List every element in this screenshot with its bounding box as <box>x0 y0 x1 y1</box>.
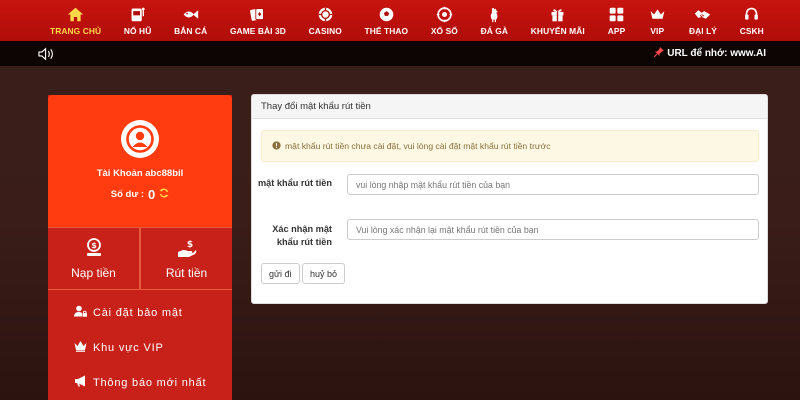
submit-button[interactable]: gửi đi <box>261 263 300 284</box>
nav-item-agent[interactable]: ĐẠI LÝ <box>689 0 717 41</box>
account-name: Tài Khoản abc88bil <box>96 168 184 179</box>
withdraw-label: Rút tiền <box>165 265 208 280</box>
app-grid-icon <box>608 5 626 23</box>
nav-item-card-games[interactable]: GAME BÀI 3D <box>230 0 286 41</box>
nav-item-label: XỔ SỐ <box>430 26 458 36</box>
pin-icon <box>653 47 665 60</box>
nav-item-sports[interactable]: THỂ THAO <box>365 0 409 41</box>
withdraw-password-panel: Thay đổi mật khẩu rút tiền mật khẩu rút … <box>251 94 768 304</box>
confirm-password-input[interactable] <box>347 219 759 240</box>
deposit-button[interactable]: $ Nạp tiền <box>48 228 139 289</box>
nav-item-vip[interactable]: VIP <box>648 0 666 41</box>
rooster-icon <box>485 5 503 23</box>
account-sidebar: Tài Khoản abc88bil Số dư : 0 $ Nạp tiền … <box>48 95 232 400</box>
announcement-bar: URL để nhớ: www.AI <box>0 41 800 66</box>
cancel-button[interactable]: huỷ bỏ <box>302 263 346 284</box>
balance: Số dư : 0 <box>111 187 170 202</box>
crown-icon <box>648 5 666 23</box>
warning-alert: mật khẩu rút tiền chưa cài đặt, vui lòng… <box>261 130 759 162</box>
confirm-password-label: Xác nhận mật khẩu rút tiền <box>272 224 332 247</box>
nav-item-app[interactable]: APP <box>608 0 626 41</box>
support-icon <box>743 5 761 23</box>
profile-card: Tài Khoản abc88bil Số dư : 0 <box>48 95 232 227</box>
nav-item-label: GAME BÀI 3D <box>229 26 286 36</box>
quick-actions: $ Nạp tiền $ Rút tiền <box>48 227 232 290</box>
withdraw-icon: $ <box>177 238 197 266</box>
sidebar-menu: Cài đặt bảo mật Khu vực VIP Thông báo mớ… <box>48 290 232 400</box>
sidebar-item-label: Cài đặt bảo mật <box>93 306 183 319</box>
chip-icon <box>316 5 334 23</box>
refresh-icon[interactable] <box>159 188 169 201</box>
nav-item-fishing[interactable]: BẮN CÁ <box>174 0 207 41</box>
sidebar-item-label: Thông báo mới nhất <box>93 376 207 389</box>
lottery-icon <box>435 5 453 23</box>
slot-machine-icon <box>129 5 147 23</box>
cards-icon <box>249 5 267 23</box>
svg-text:$: $ <box>91 241 97 250</box>
nav-item-label: VIP <box>650 26 665 36</box>
sidebar-item-notifications[interactable]: Thông báo mới nhất <box>48 365 232 400</box>
nav-item-lottery[interactable]: XỔ SỐ <box>431 0 458 41</box>
fish-icon <box>182 5 200 23</box>
url-note-text: URL để nhớ: www.AI <box>667 48 766 59</box>
nav-item-support[interactable]: CSKH <box>740 0 764 41</box>
nav-item-label: THỂ THAO <box>364 26 409 36</box>
info-icon <box>272 140 281 152</box>
nav-item-label: KHUYẾN MÃI <box>530 26 585 36</box>
withdraw-button[interactable]: $ Rút tiền <box>139 228 232 289</box>
nav-item-promotions[interactable]: KHUYẾN MÃI <box>531 0 585 41</box>
user-avatar-icon <box>121 120 159 158</box>
sidebar-item-vip[interactable]: Khu vực VIP <box>48 330 232 365</box>
nav-item-label: APP <box>607 26 626 36</box>
deposit-label: Nạp tiền <box>71 265 116 280</box>
crown-icon <box>74 340 87 355</box>
password-label: mật khẩu rút tiền <box>257 178 332 188</box>
megaphone-icon <box>74 375 87 390</box>
nav-item-home[interactable]: TRANG CHỦ <box>50 0 101 41</box>
balance-value: 0 <box>148 187 156 202</box>
sidebar-item-label: Khu vực VIP <box>93 341 164 354</box>
nav-item-label: ĐÁ GÀ <box>480 26 509 36</box>
nav-item-slots[interactable]: NỔ HŨ <box>124 0 152 41</box>
nav-item-cockfight[interactable]: ĐÁ GÀ <box>481 0 509 41</box>
withdraw-password-input[interactable] <box>347 174 759 195</box>
nav-item-label: TRANG CHỦ <box>50 26 102 36</box>
nav-item-label: NỔ HŨ <box>123 26 152 36</box>
nav-item-label: CSKH <box>739 26 764 36</box>
nav-item-label: ĐẠI LÝ <box>688 26 717 36</box>
nav-item-label: CASINO <box>308 26 342 36</box>
nav-item-casino[interactable]: CASINO <box>309 0 342 41</box>
balance-label: Số dư : <box>110 189 145 200</box>
deposit-icon: $ <box>84 237 104 266</box>
gift-icon <box>549 5 567 23</box>
url-note: URL để nhớ: www.AI <box>653 47 766 60</box>
sidebar-item-security[interactable]: Cài đặt bảo mật <box>48 295 232 330</box>
svg-text:$: $ <box>186 240 192 250</box>
speaker-icon[interactable] <box>38 47 55 61</box>
user-lock-icon <box>74 305 87 320</box>
panel-title: Thay đổi mật khẩu rút tiền <box>252 95 767 119</box>
soccer-ball-icon <box>377 5 395 23</box>
home-icon <box>67 5 85 23</box>
handshake-icon <box>694 5 712 23</box>
main-nav: TRANG CHỦ NỔ HŨ BẮN CÁ GAME BÀI 3D CASIN… <box>0 0 800 41</box>
alert-text: mật khẩu rút tiền chưa cài đặt, vui lòng… <box>285 141 551 151</box>
nav-item-label: BẮN CÁ <box>174 26 208 36</box>
